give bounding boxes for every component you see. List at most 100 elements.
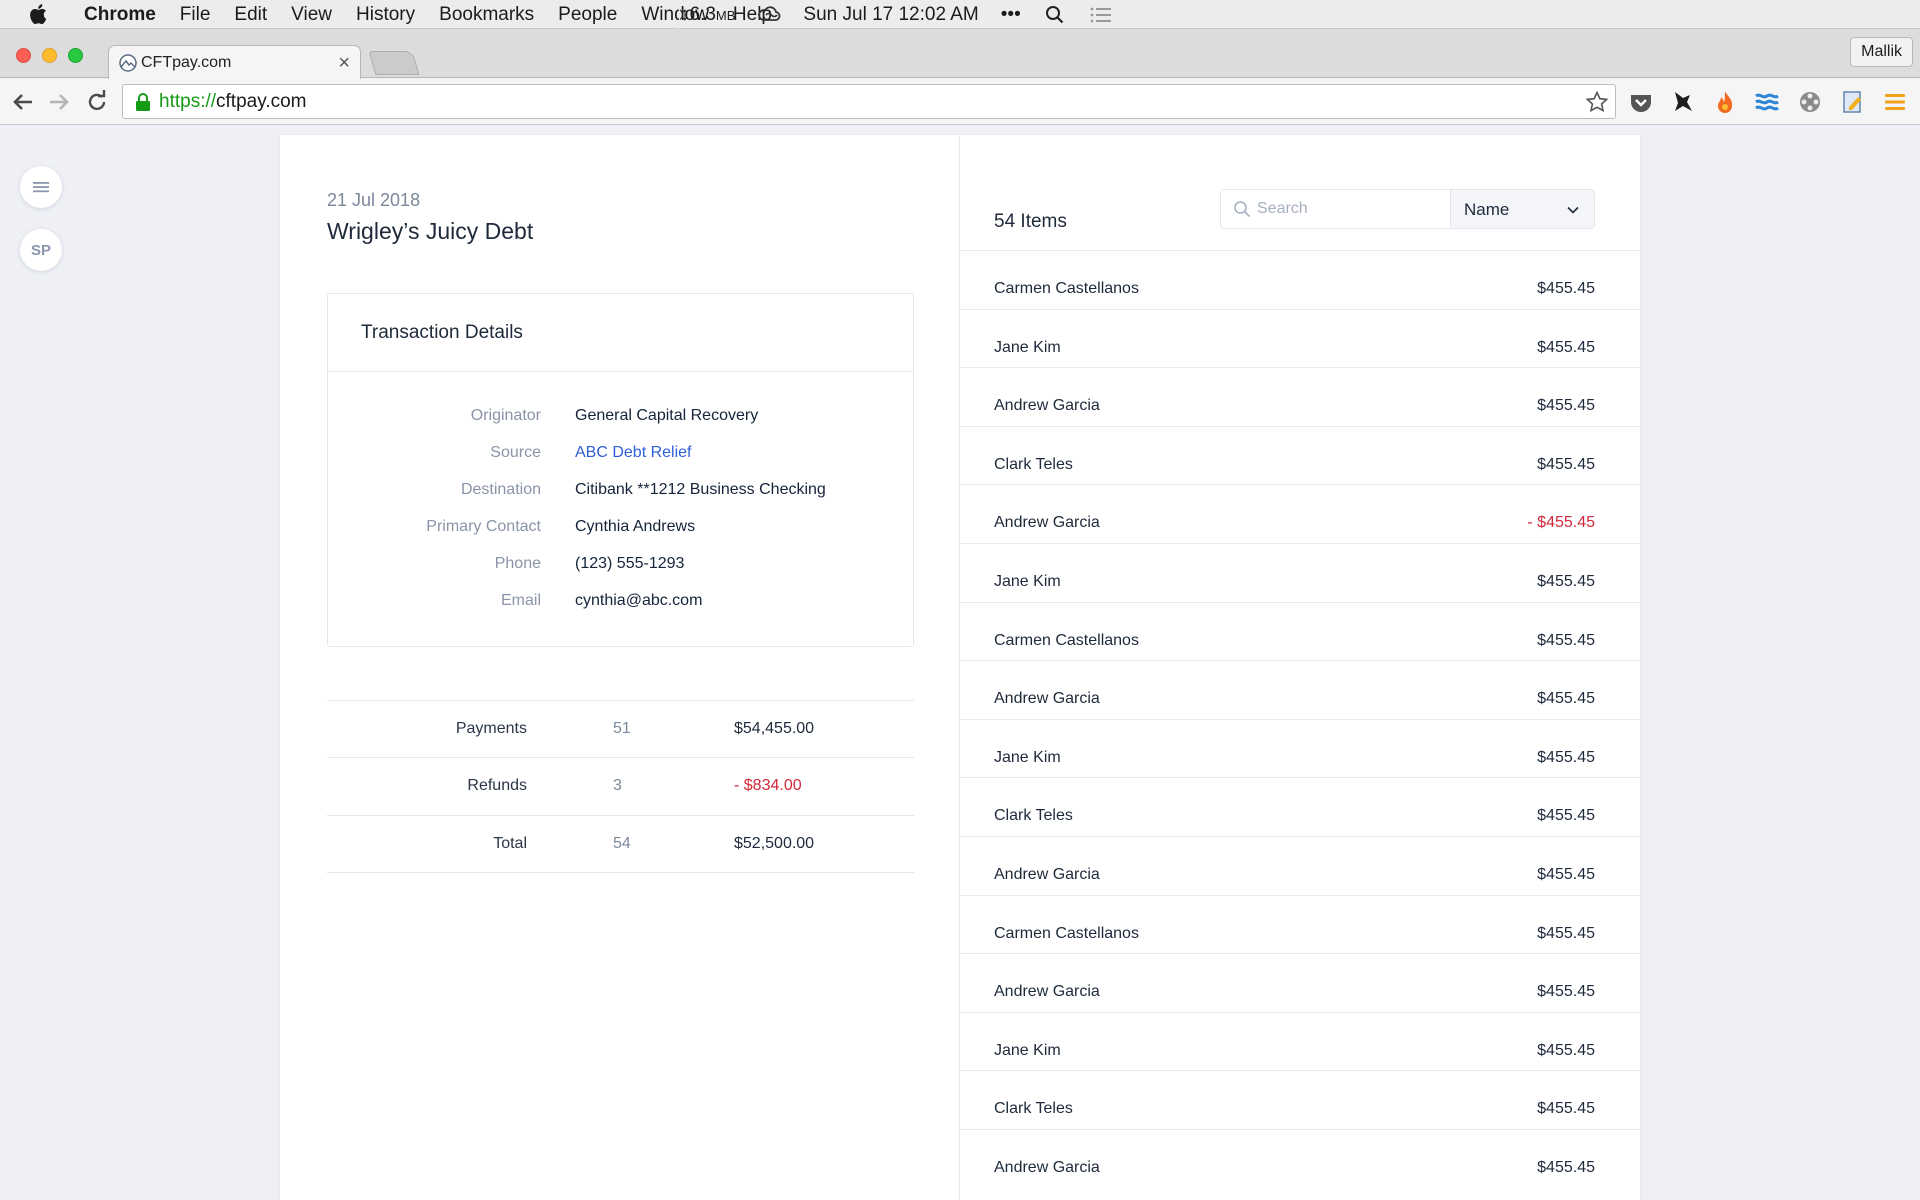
list-item[interactable]: Andrew Garcia - $455.45 — [960, 484, 1641, 543]
detail-value: General Capital Recovery — [575, 407, 759, 424]
summary-amount: - $834.00 — [734, 777, 802, 794]
tab-close-icon[interactable]: × — [338, 53, 350, 73]
item-amount: $455.45 — [1537, 455, 1595, 473]
list-item[interactable]: Carmen Castellanos $455.45 — [960, 250, 1641, 309]
list-item[interactable]: Andrew Garcia $455.45 — [960, 835, 1641, 895]
list-item[interactable]: Carmen Castellanos $455.45 — [960, 601, 1641, 661]
summary-count: 3 — [613, 777, 622, 794]
item-amount: $455.45 — [1537, 1041, 1595, 1059]
clock[interactable]: Sun Jul 17 12:02 AM — [803, 4, 978, 26]
more-dots-icon[interactable]: ••• — [1001, 4, 1021, 26]
ninja-extension-icon[interactable] — [1670, 89, 1696, 115]
list-item[interactable]: Clark Teles $455.45 — [960, 1070, 1641, 1129]
item-name: Andrew Garcia — [994, 865, 1100, 883]
browser-tab[interactable]: CFTpay.com × — [108, 45, 361, 79]
list-item[interactable]: Carmen Castellanos $455.45 — [960, 894, 1641, 954]
items-count: 54 Items — [994, 211, 1067, 232]
item-amount: $455.45 — [1537, 338, 1595, 356]
profile-button[interactable]: Mallik — [1850, 37, 1913, 67]
item-name: Carmen Castellanos — [994, 280, 1139, 297]
transaction-details-box: Transaction Details Originator General C… — [327, 293, 914, 647]
detail-value: cynthia@abc.com — [575, 592, 703, 609]
macos-menubar: Chrome File Edit View History Bookmarks … — [0, 0, 1920, 29]
list-item[interactable]: Andrew Garcia $455.45 — [960, 953, 1641, 1012]
user-avatar[interactable]: SP — [20, 229, 62, 271]
item-name: Andrew Garcia — [994, 1158, 1100, 1176]
window-zoom-button[interactable] — [68, 48, 83, 63]
browser-tabstrip: CFTpay.com × Mallik — [0, 29, 1920, 79]
item-amount: $455.45 — [1537, 690, 1595, 708]
detail-label: Source — [490, 444, 541, 461]
item-name: Andrew Garcia — [994, 514, 1100, 532]
menu-bookmarks[interactable]: Bookmarks — [427, 0, 546, 29]
waves-extension-icon[interactable] — [1754, 89, 1780, 115]
item-name: Jane Kim — [994, 1041, 1061, 1059]
item-name: Carmen Castellanos — [994, 924, 1139, 942]
film-reel-extension-icon[interactable] — [1797, 89, 1823, 115]
list-item[interactable]: Clark Teles $455.45 — [960, 425, 1641, 485]
notification-center-icon[interactable] — [1089, 5, 1113, 25]
menu-history[interactable]: History — [344, 0, 427, 29]
detail-label: Phone — [494, 555, 541, 572]
detail-row-source: Source ABC Debt Relief — [328, 444, 913, 468]
window-minimize-button[interactable] — [42, 48, 57, 63]
tab-title: CFTpay.com — [141, 53, 232, 71]
sort-select[interactable]: Name — [1450, 189, 1595, 229]
spotlight-search-icon[interactable] — [1043, 5, 1067, 25]
menu-file[interactable]: File — [168, 0, 223, 29]
list-item[interactable]: Jane Kim $455.45 — [960, 1011, 1641, 1071]
item-amount: $455.45 — [1537, 983, 1595, 1001]
bookmark-star-icon[interactable] — [1585, 90, 1609, 114]
detail-label: Originator — [470, 407, 541, 424]
fire-extension-icon[interactable] — [1712, 89, 1738, 115]
menu-people[interactable]: People — [546, 0, 629, 29]
address-bar[interactable]: https:// cftpay.com — [122, 84, 1616, 119]
item-amount: $455.45 — [1537, 924, 1595, 942]
browser-toolbar: https:// cftpay.com — [0, 79, 1920, 125]
item-amount: $455.45 — [1537, 631, 1595, 649]
notepad-extension-icon[interactable] — [1840, 89, 1866, 115]
item-amount: $455.45 — [1537, 865, 1595, 883]
menu-edit[interactable]: Edit — [222, 0, 279, 29]
item-name: Clark Teles — [994, 807, 1073, 825]
menu-view[interactable]: View — [279, 0, 344, 29]
list-item[interactable]: Jane Kim $455.45 — [960, 718, 1641, 778]
summary-label: Payments — [455, 720, 527, 737]
summary-count: 54 — [613, 835, 631, 852]
reload-icon[interactable] — [84, 89, 110, 115]
chevron-down-icon — [1567, 206, 1579, 214]
list-item[interactable]: Jane Kim $455.45 — [960, 308, 1641, 368]
item-amount: $455.45 — [1537, 280, 1595, 297]
pocket-extension-icon[interactable] — [1628, 89, 1654, 115]
item-name: Clark Teles — [994, 1100, 1073, 1118]
search-input[interactable]: Search — [1220, 189, 1450, 229]
debt-detail-panel: 21 Jul 2018 Wrigley’s Juicy Debt Transac… — [280, 135, 959, 1200]
list-item[interactable]: Andrew Garcia $455.45 — [960, 660, 1641, 719]
search-placeholder: Search — [1257, 200, 1308, 217]
menu-app-chrome[interactable]: Chrome — [72, 0, 168, 29]
chrome-menu-icon[interactable] — [1882, 89, 1908, 115]
lock-icon — [136, 92, 150, 111]
apple-icon[interactable] — [28, 3, 48, 25]
detail-row-originator: Originator General Capital Recovery — [328, 407, 913, 431]
window-close-button[interactable] — [16, 48, 31, 63]
forward-arrow-icon[interactable] — [46, 89, 72, 115]
url-host: cftpay.com — [216, 90, 307, 112]
list-item[interactable]: Clark Teles $455.45 — [960, 777, 1641, 836]
item-amount: - $455.45 — [1527, 514, 1595, 532]
list-item[interactable]: Andrew Garcia $455.45 — [960, 1128, 1641, 1188]
memory-indicator[interactable]: ↕6.3MB — [680, 4, 735, 26]
sidebar-menu-button[interactable] — [20, 166, 62, 208]
detail-row-phone: Phone (123) 555-1293 — [328, 555, 913, 579]
creative-cloud-icon[interactable] — [757, 5, 781, 25]
back-arrow-icon[interactable] — [10, 89, 36, 115]
source-link[interactable]: ABC Debt Relief — [575, 444, 692, 462]
hamburger-icon — [33, 182, 49, 193]
list-item[interactable]: Jane Kim $455.45 — [960, 542, 1641, 602]
item-amount: $455.45 — [1537, 1100, 1595, 1118]
new-tab-button[interactable] — [368, 51, 420, 75]
page-title: Wrigley’s Juicy Debt — [327, 218, 534, 244]
list-item[interactable]: Andrew Garcia $455.45 — [960, 367, 1641, 426]
summary-amount: $54,455.00 — [734, 720, 815, 737]
sort-value: Name — [1464, 200, 1510, 219]
